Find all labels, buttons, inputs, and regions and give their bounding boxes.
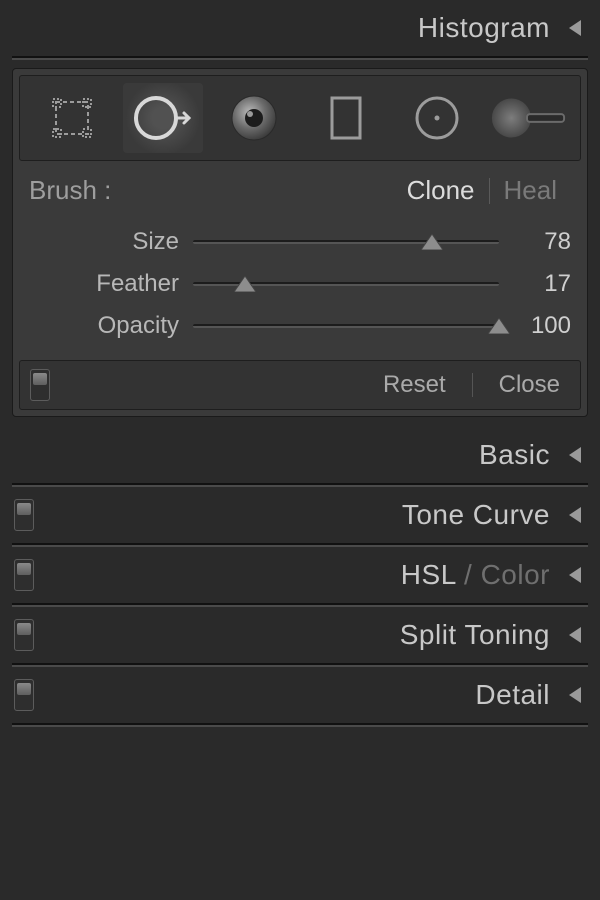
brush-options: Brush : Clone Heal Size 78 Feather bbox=[19, 161, 581, 360]
pin-toggle[interactable] bbox=[30, 369, 50, 401]
hsl-color-header[interactable]: HSL / Color bbox=[12, 547, 588, 603]
split-toning-title: Split Toning bbox=[400, 619, 550, 651]
section-toggle[interactable] bbox=[14, 499, 34, 531]
slider-opacity: Opacity 100 bbox=[29, 312, 571, 340]
collapse-icon bbox=[566, 685, 584, 705]
slider-size: Size 78 bbox=[29, 228, 571, 256]
red-eye-tool[interactable] bbox=[214, 83, 294, 153]
collapse-icon bbox=[566, 445, 584, 465]
adjustment-brush-tool[interactable] bbox=[488, 83, 568, 153]
radial-filter-tool[interactable] bbox=[397, 83, 477, 153]
reset-button[interactable]: Reset bbox=[373, 371, 456, 399]
slider-size-label: Size bbox=[29, 228, 193, 256]
brush-mode-heal[interactable]: Heal bbox=[490, 175, 571, 206]
toolstrip bbox=[19, 75, 581, 161]
close-button[interactable]: Close bbox=[489, 371, 570, 399]
section-toggle[interactable] bbox=[14, 619, 34, 651]
histogram-header[interactable]: Histogram bbox=[12, 0, 588, 56]
histogram-title: Histogram bbox=[418, 12, 550, 44]
slider-feather-value: 17 bbox=[499, 270, 571, 298]
divider bbox=[12, 56, 588, 60]
brush-mode-row: Brush : Clone Heal bbox=[29, 175, 571, 206]
basic-header[interactable]: Basic bbox=[12, 427, 588, 483]
detail-header[interactable]: Detail bbox=[12, 667, 588, 723]
slider-thumb-icon[interactable] bbox=[234, 276, 256, 292]
spot-removal-tool[interactable] bbox=[123, 83, 203, 153]
slider-opacity-track[interactable] bbox=[193, 315, 499, 337]
graduated-filter-tool[interactable] bbox=[306, 83, 386, 153]
brush-label: Brush : bbox=[29, 175, 111, 206]
slider-size-track[interactable] bbox=[193, 231, 499, 253]
tool-panel: Brush : Clone Heal Size 78 Feather bbox=[12, 68, 588, 417]
collapse-icon bbox=[566, 565, 584, 585]
separator bbox=[472, 373, 473, 397]
section-toggle[interactable] bbox=[14, 679, 34, 711]
tone-curve-header[interactable]: Tone Curve bbox=[12, 487, 588, 543]
crop-tool[interactable] bbox=[32, 83, 112, 153]
slider-feather: Feather 17 bbox=[29, 270, 571, 298]
collapse-icon bbox=[566, 625, 584, 645]
slider-opacity-label: Opacity bbox=[29, 312, 193, 340]
brush-mode-clone[interactable]: Clone bbox=[393, 175, 489, 206]
split-toning-header[interactable]: Split Toning bbox=[12, 607, 588, 663]
slider-thumb-icon[interactable] bbox=[421, 234, 443, 250]
collapse-icon bbox=[566, 18, 584, 38]
basic-title: Basic bbox=[479, 439, 550, 471]
section-toggle[interactable] bbox=[14, 559, 34, 591]
slider-feather-track[interactable] bbox=[193, 273, 499, 295]
hsl-color-title: HSL / Color bbox=[401, 559, 550, 591]
collapse-icon bbox=[566, 505, 584, 525]
tool-footer: Reset Close bbox=[19, 360, 581, 410]
tone-curve-title: Tone Curve bbox=[402, 499, 550, 531]
slider-thumb-icon[interactable] bbox=[488, 318, 510, 334]
divider bbox=[12, 723, 588, 727]
slider-feather-label: Feather bbox=[29, 270, 193, 298]
detail-title: Detail bbox=[475, 679, 550, 711]
slider-size-value: 78 bbox=[499, 228, 571, 256]
develop-panel: Histogram bbox=[0, 0, 600, 900]
